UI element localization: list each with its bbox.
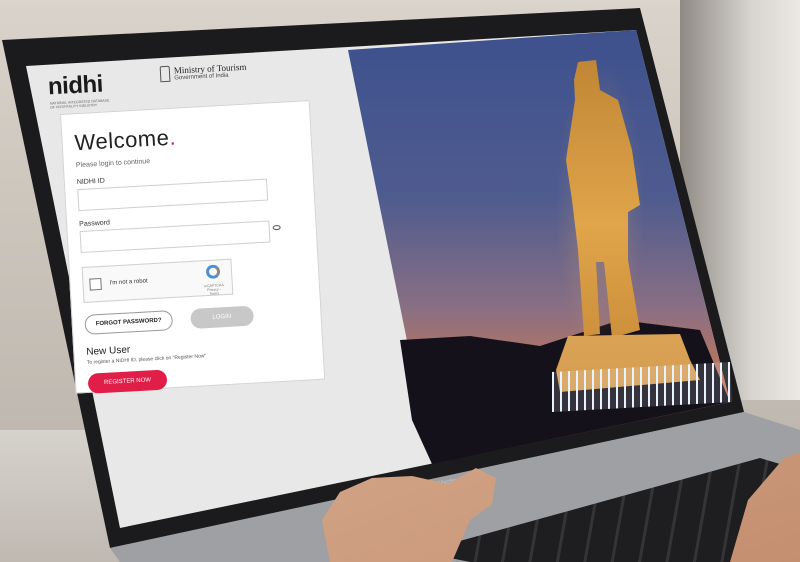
welcome-dot: .	[168, 124, 177, 150]
recaptcha-privacy-terms[interactable]: Privacy - Terms	[202, 287, 226, 296]
emblem-icon	[159, 65, 171, 83]
login-card: Welcome. Please login to continue NIDHI …	[60, 100, 326, 394]
logo-text: nidhi	[47, 70, 104, 101]
nidhi-logo: nidhi	[47, 71, 103, 102]
recaptcha-icon	[205, 264, 221, 280]
recaptcha-widget: I'm not a robot reCAPTCHA Privacy - Term…	[81, 258, 234, 303]
recaptcha-checkbox[interactable]	[89, 277, 102, 291]
laptop: MacBook Pro nidhi NATIONAL INTEGRATED DA…	[0, 0, 800, 562]
welcome-heading: Welcome.	[74, 118, 299, 156]
recaptcha-logo: reCAPTCHA Privacy - Terms	[201, 264, 226, 296]
recaptcha-label: I'm not a robot	[109, 278, 148, 287]
welcome-text: Welcome	[73, 124, 170, 156]
forgot-password-button[interactable]: FORGOT PASSWORD?	[84, 310, 174, 335]
show-password-icon[interactable]	[272, 224, 281, 231]
login-button[interactable]: LOGIN	[189, 305, 254, 330]
login-actions: FORGOT PASSWORD? LOGIN	[84, 302, 309, 335]
